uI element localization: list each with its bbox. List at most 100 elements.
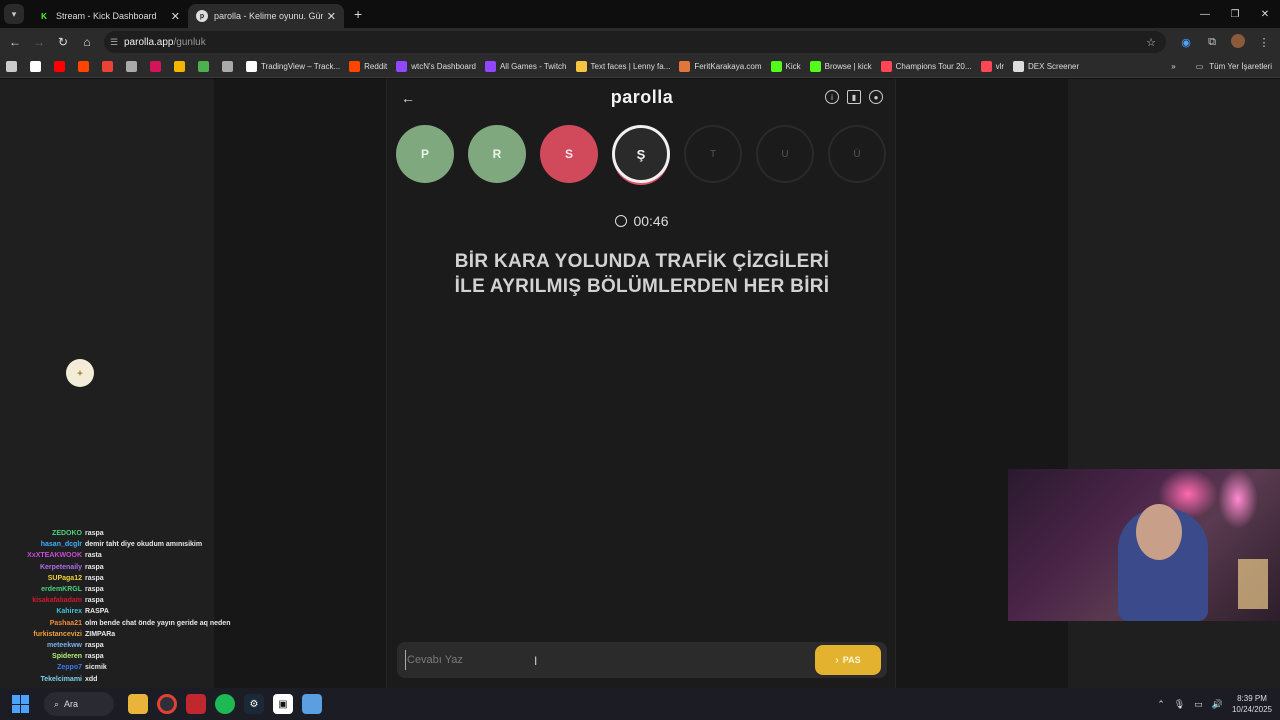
bookmark-item[interactable]: vlr [980,61,1005,72]
windows-start-icon[interactable] [12,695,30,713]
chrome-icon[interactable] [157,694,177,714]
profile-avatar[interactable] [1228,33,1248,51]
tab-parolla[interactable]: p parolla - Kelime oyunu. Günlük ✕ [188,4,344,28]
vlr-icon [980,61,992,72]
chat-username: kisakafalıadam [32,597,82,605]
g-icon [174,61,185,72]
spotify-icon[interactable] [215,694,235,714]
microphone-icon[interactable]: 🎙 [1174,699,1185,710]
bookmarks-bar: TradingView – Track... Reddit wtcN's Dashb… [0,56,1280,78]
url-path: /gunluk [173,36,206,48]
chat-message: kisakafalıadam raspa [0,595,260,606]
bookmark-icon-item[interactable] [6,61,21,72]
display-icon[interactable]: ▭ [1194,699,1203,710]
question-text: BİR KARA YOLUNDA TRAFİK ÇİZGİLERİ İLE AY… [427,249,857,299]
close-icon[interactable]: ✕ [171,10,180,23]
bookmark-icon-item[interactable] [30,61,45,72]
url-host: parolla.app [124,36,174,48]
tab-title: parolla - Kelime oyunu. Günlük [214,11,323,21]
address-bar[interactable]: ☰ parolla.app/gunluk ☆ [104,31,1166,53]
chat-message: SUPaga12 raspa [0,573,260,584]
tab-strip: ▾ K Stream - Kick Dashboard ✕ p parolla … [0,0,1280,28]
chat-text: sicmik [85,664,107,672]
home-icon[interactable]: ⌂ [75,35,99,49]
streamer-head [1136,504,1182,560]
bookmark-item[interactable]: DEX Screener [1013,61,1079,72]
bookmark-item[interactable]: All Games - Twitch [484,61,567,72]
bookmark-item[interactable]: Text faces | Lenny fa... [575,61,670,72]
bookmark-icon-item[interactable] [198,61,213,72]
chat-text: xdd [85,675,98,683]
chevron-right-icon[interactable]: » [1171,62,1175,71]
restore-icon[interactable]: ❐ [1220,9,1250,20]
letter-circle-pending: Ü [828,125,886,183]
apps-icon [6,61,17,72]
chat-username: erdemKRGL [41,586,82,594]
tab-kick-dashboard[interactable]: K Stream - Kick Dashboard ✕ [30,4,188,28]
taskbar-search[interactable]: ⌕ Ara [44,692,114,716]
bookmark-item[interactable]: TradingView – Track... [246,61,340,72]
close-icon[interactable]: ✕ [327,10,336,23]
chat-username: Zeppo7 [57,664,82,672]
user-icon[interactable]: ● [869,90,883,104]
back-icon[interactable]: ← [3,35,27,49]
question-line: İLE AYRILMIŞ BÖLÜMLERDEN HER BİRİ [454,276,830,297]
bookmark-star-icon[interactable]: ☆ [1146,36,1156,49]
app-icon[interactable] [186,694,206,714]
chat-message: XxXTEAKWOOK rasta [0,550,260,561]
tradingview-icon [246,61,257,72]
capture-icon[interactable]: ▣ [273,694,293,714]
bookmark-item[interactable]: Kick [770,61,801,72]
bookmark-icon-item[interactable] [54,61,69,72]
letter-circle-correct: R [468,125,526,183]
close-window-icon[interactable]: ✕ [1250,9,1280,20]
bookmark-label: DEX Screener [1028,62,1080,71]
bookmark-label: vlr [995,62,1005,71]
kick-icon [809,61,821,72]
forward-icon[interactable]: → [27,35,51,49]
bookmark-item[interactable]: wtcN's Dashboard [396,61,476,72]
letter-circle-pending: U [756,125,814,183]
bookmark-item[interactable]: Champions Tour 20... [880,61,972,72]
file-explorer-icon[interactable] [128,694,148,714]
bookmark-item[interactable]: Reddit [349,61,387,72]
bookmark-icon-item[interactable] [174,61,189,72]
site-info-icon[interactable]: ☰ [104,37,124,48]
system-clock[interactable]: 8:39 PM 10/24/2025 [1232,693,1272,715]
letter-circle-wrong: S [540,125,598,183]
answer-input[interactable] [405,650,765,670]
extensions-icon[interactable]: ⧉ [1202,36,1222,49]
pass-label: PAS [842,655,861,665]
all-bookmarks-link[interactable]: Tüm Yer İşaretleri [1209,62,1272,71]
chat-username: Kahirex [56,608,82,616]
bookmark-item[interactable]: FeritKarakaya.com [679,61,762,72]
bookmark-item[interactable]: Browse | kick [809,61,872,72]
tab-search-button[interactable]: ▾ [4,4,24,24]
pass-button[interactable]: › PAS [815,645,881,675]
bookmark-icon-item[interactable] [150,61,165,72]
chat-message: furkistancevizi ZIMPARa [0,629,260,640]
chat-text: raspa [85,530,104,537]
stream-chat-overlay: ZEDOKO raspa hasan_dcglr demir taht diye ok… [0,528,260,685]
chat-username: hasan_dcglr [40,541,82,549]
minimize-icon[interactable]: — [1190,9,1220,20]
menu-icon[interactable]: ⋮ [1254,36,1274,49]
bookmark-icon-item[interactable] [222,61,237,72]
info-icon[interactable]: i [825,90,839,104]
volume-icon[interactable]: 🔊 [1212,699,1223,710]
notepad-icon[interactable] [302,694,322,714]
new-tab-button[interactable]: + [354,6,362,22]
stats-icon[interactable]: ▮ [847,90,861,104]
chat-message: Kerpetenaily raspa [0,562,260,573]
steam-icon[interactable]: ⚙ [244,694,264,714]
chevron-up-icon[interactable]: ⌃ [1157,699,1165,710]
reload-icon[interactable]: ↻ [51,35,75,49]
bookmark-icon-item[interactable] [78,61,93,72]
clock-time: 8:39 PM [1237,694,1267,703]
chat-text: demir taht diye okudum amınısikim [85,541,203,549]
bookmark-icon-item[interactable] [102,61,117,72]
letter-circle-pending: T [684,125,742,183]
bookmark-label: Kick [785,62,801,71]
read-aloud-icon[interactable]: ◉ [1176,36,1196,49]
bookmark-icon-item[interactable] [126,61,141,72]
